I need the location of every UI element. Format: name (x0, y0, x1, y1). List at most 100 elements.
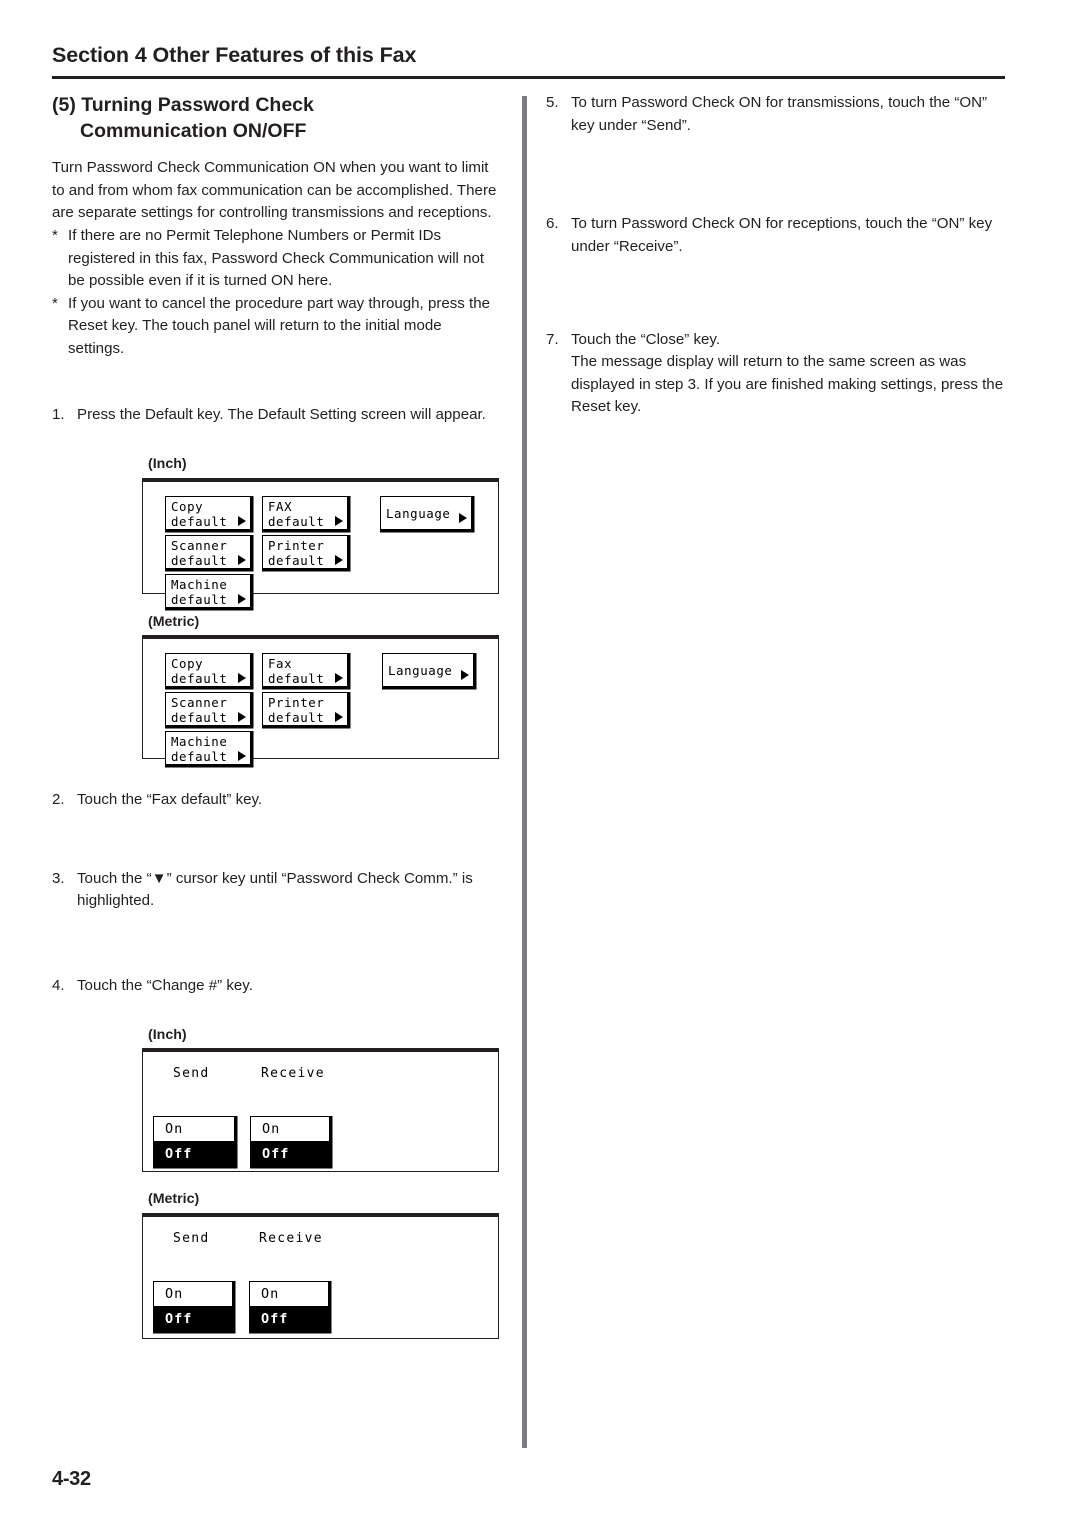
article-title: (5) Turning Password Check Communication… (52, 92, 500, 144)
right-arrow-icon (335, 554, 343, 565)
lcd-key-scanner-default[interactable]: Scanner default (165, 692, 251, 727)
step-5: 5. To turn Password Check ON for transmi… (546, 92, 1006, 137)
column-header-receive: Receive (261, 1066, 325, 1082)
lcd-key-fax-default-line1: Fax (268, 656, 293, 672)
step-2-text: Touch the “Fax default” key. (77, 791, 263, 809)
toggle-send-option-on[interactable]: On (154, 1281, 232, 1306)
lcd-key-machine-default-line1: Machine (171, 734, 228, 750)
step-3: 3. Touch the “▼” cursor key until “Passw… (52, 868, 500, 913)
toggle-send-option-off[interactable]: Off (154, 1141, 234, 1166)
step-3-text: Touch the “▼” cursor key until “Password… (77, 869, 473, 910)
step-4: 4. Touch the “Change #” key. (52, 975, 500, 998)
toggle-send-option-off[interactable]: Off (154, 1305, 232, 1330)
lcd-key-printer-default-line1: Printer (268, 695, 325, 711)
right-arrow-icon (238, 751, 246, 762)
article-title-line2: Communication ON/OFF (80, 120, 307, 143)
lcd-key-copy-default[interactable]: Copy default (165, 495, 251, 530)
step-6: 6. To turn Password Check ON for recepti… (546, 213, 1006, 258)
lcd-key-fax-default[interactable]: Fax default (262, 653, 348, 688)
lcd-key-fax-default[interactable]: FAX default (262, 495, 348, 530)
lcd-key-copy-default[interactable]: Copy default (165, 653, 251, 688)
figure-default-screen-inch: (Inch) Copy default FAX default Language… (52, 456, 500, 608)
figure-onoff-screen-inch: (Inch) Send Receive On Off On Off (52, 1026, 500, 1173)
toggle-receive-option-off[interactable]: Off (250, 1305, 328, 1330)
lcd-key-printer-default[interactable]: Printer default (262, 534, 348, 569)
note-1: * If there are no Permit Telephone Numbe… (52, 225, 500, 293)
step-2-number: 2. (52, 791, 65, 809)
column-header-send: Send (173, 1066, 210, 1082)
step-5-text: To turn Password Check ON for transmissi… (571, 94, 988, 134)
figure-onoff-screen-metric: (Metric) Send Receive On Off On Off (52, 1192, 500, 1339)
toggle-receive-option-on[interactable]: On (251, 1117, 329, 1142)
lcd-panel-default-metric: Copy default Fax default Language Scanne… (142, 635, 499, 766)
right-arrow-icon (335, 673, 343, 684)
toggle-send[interactable]: On Off (153, 1280, 233, 1331)
step-1: 1. Press the Default key. The Default Se… (52, 404, 500, 427)
lcd-key-scanner-default[interactable]: Scanner default (165, 534, 251, 569)
step-7-text-continued: The message display will return to the s… (571, 353, 1004, 416)
step-3-number: 3. (52, 869, 65, 887)
lcd-key-printer-default[interactable]: Printer default (262, 692, 348, 727)
lcd-key-scanner-default-line1: Scanner (171, 537, 228, 553)
section-title: Section 4 Other Features of this Fax (52, 43, 417, 67)
column-header-send: Send (173, 1230, 210, 1246)
right-arrow-icon (335, 515, 343, 526)
toggle-receive[interactable]: On Off (249, 1280, 329, 1331)
step-2: 2. Touch the “Fax default” key. (52, 789, 500, 812)
lcd-key-language[interactable]: Language (380, 495, 472, 530)
right-arrow-icon (238, 712, 246, 723)
unit-label-metric: (Metric) (148, 1191, 200, 1208)
lcd-key-copy-default-line1: Copy (171, 656, 204, 672)
page-number: 4-32 (52, 1468, 91, 1490)
toggle-receive-option-on[interactable]: On (250, 1281, 328, 1306)
step-4-number: 4. (52, 977, 65, 995)
right-arrow-icon (461, 670, 469, 681)
step-1-number: 1. (52, 406, 65, 424)
lcd-key-language[interactable]: Language (382, 653, 474, 688)
toggle-receive-option-off[interactable]: Off (251, 1141, 329, 1166)
lcd-key-fax-default-line1: FAX (268, 498, 293, 514)
toggle-send-option-on[interactable]: On (154, 1117, 234, 1142)
step-6-number: 6. (546, 215, 559, 233)
right-arrow-icon (238, 593, 246, 604)
note-2-text: If you want to cancel the procedure part… (68, 294, 491, 357)
step-7-number: 7. (546, 330, 559, 348)
step-7: 7. Touch the “Close” key. The message di… (546, 329, 1006, 420)
left-column: (5) Turning Password Check Communication… (52, 92, 500, 1339)
lcd-panel-onoff-inch: Send Receive On Off On Off (142, 1048, 499, 1173)
lcd-key-machine-default[interactable]: Machine default (165, 573, 251, 608)
unit-label-inch: (Inch) (148, 1026, 187, 1043)
lcd-key-machine-default-line1: Machine (171, 576, 228, 592)
header-rule (52, 76, 1005, 79)
step-7-text: Touch the “Close” key. (571, 330, 721, 348)
toggle-send[interactable]: On Off (153, 1116, 235, 1167)
column-divider (522, 96, 527, 1448)
right-arrow-icon (459, 512, 467, 523)
intro-paragraph: Turn Password Check Communication ON whe… (52, 159, 497, 222)
lcd-key-machine-default[interactable]: Machine default (165, 731, 251, 766)
step-4-text: Touch the “Change #” key. (77, 977, 253, 995)
lcd-key-language-line1: Language (388, 663, 453, 679)
right-arrow-icon (335, 712, 343, 723)
article-title-line1: (5) Turning Password Check (52, 94, 314, 116)
figure-default-screen-metric: (Metric) Copy default Fax default Langua… (52, 614, 500, 766)
column-header-receive: Receive (259, 1230, 323, 1246)
lcd-panel-onoff-metric: Send Receive On Off On Off (142, 1212, 499, 1339)
note-1-text: If there are no Permit Telephone Numbers… (68, 226, 485, 290)
page-header: Section 4 Other Features of this Fax (52, 43, 1005, 68)
right-arrow-icon (238, 515, 246, 526)
step-5-number: 5. (546, 94, 559, 111)
toggle-receive[interactable]: On Off (250, 1116, 330, 1167)
step-1-text: Press the Default key. The Default Setti… (77, 406, 486, 424)
right-column: 5. To turn Password Check ON for transmi… (546, 92, 1006, 419)
lcd-key-printer-default-line1: Printer (268, 537, 325, 553)
